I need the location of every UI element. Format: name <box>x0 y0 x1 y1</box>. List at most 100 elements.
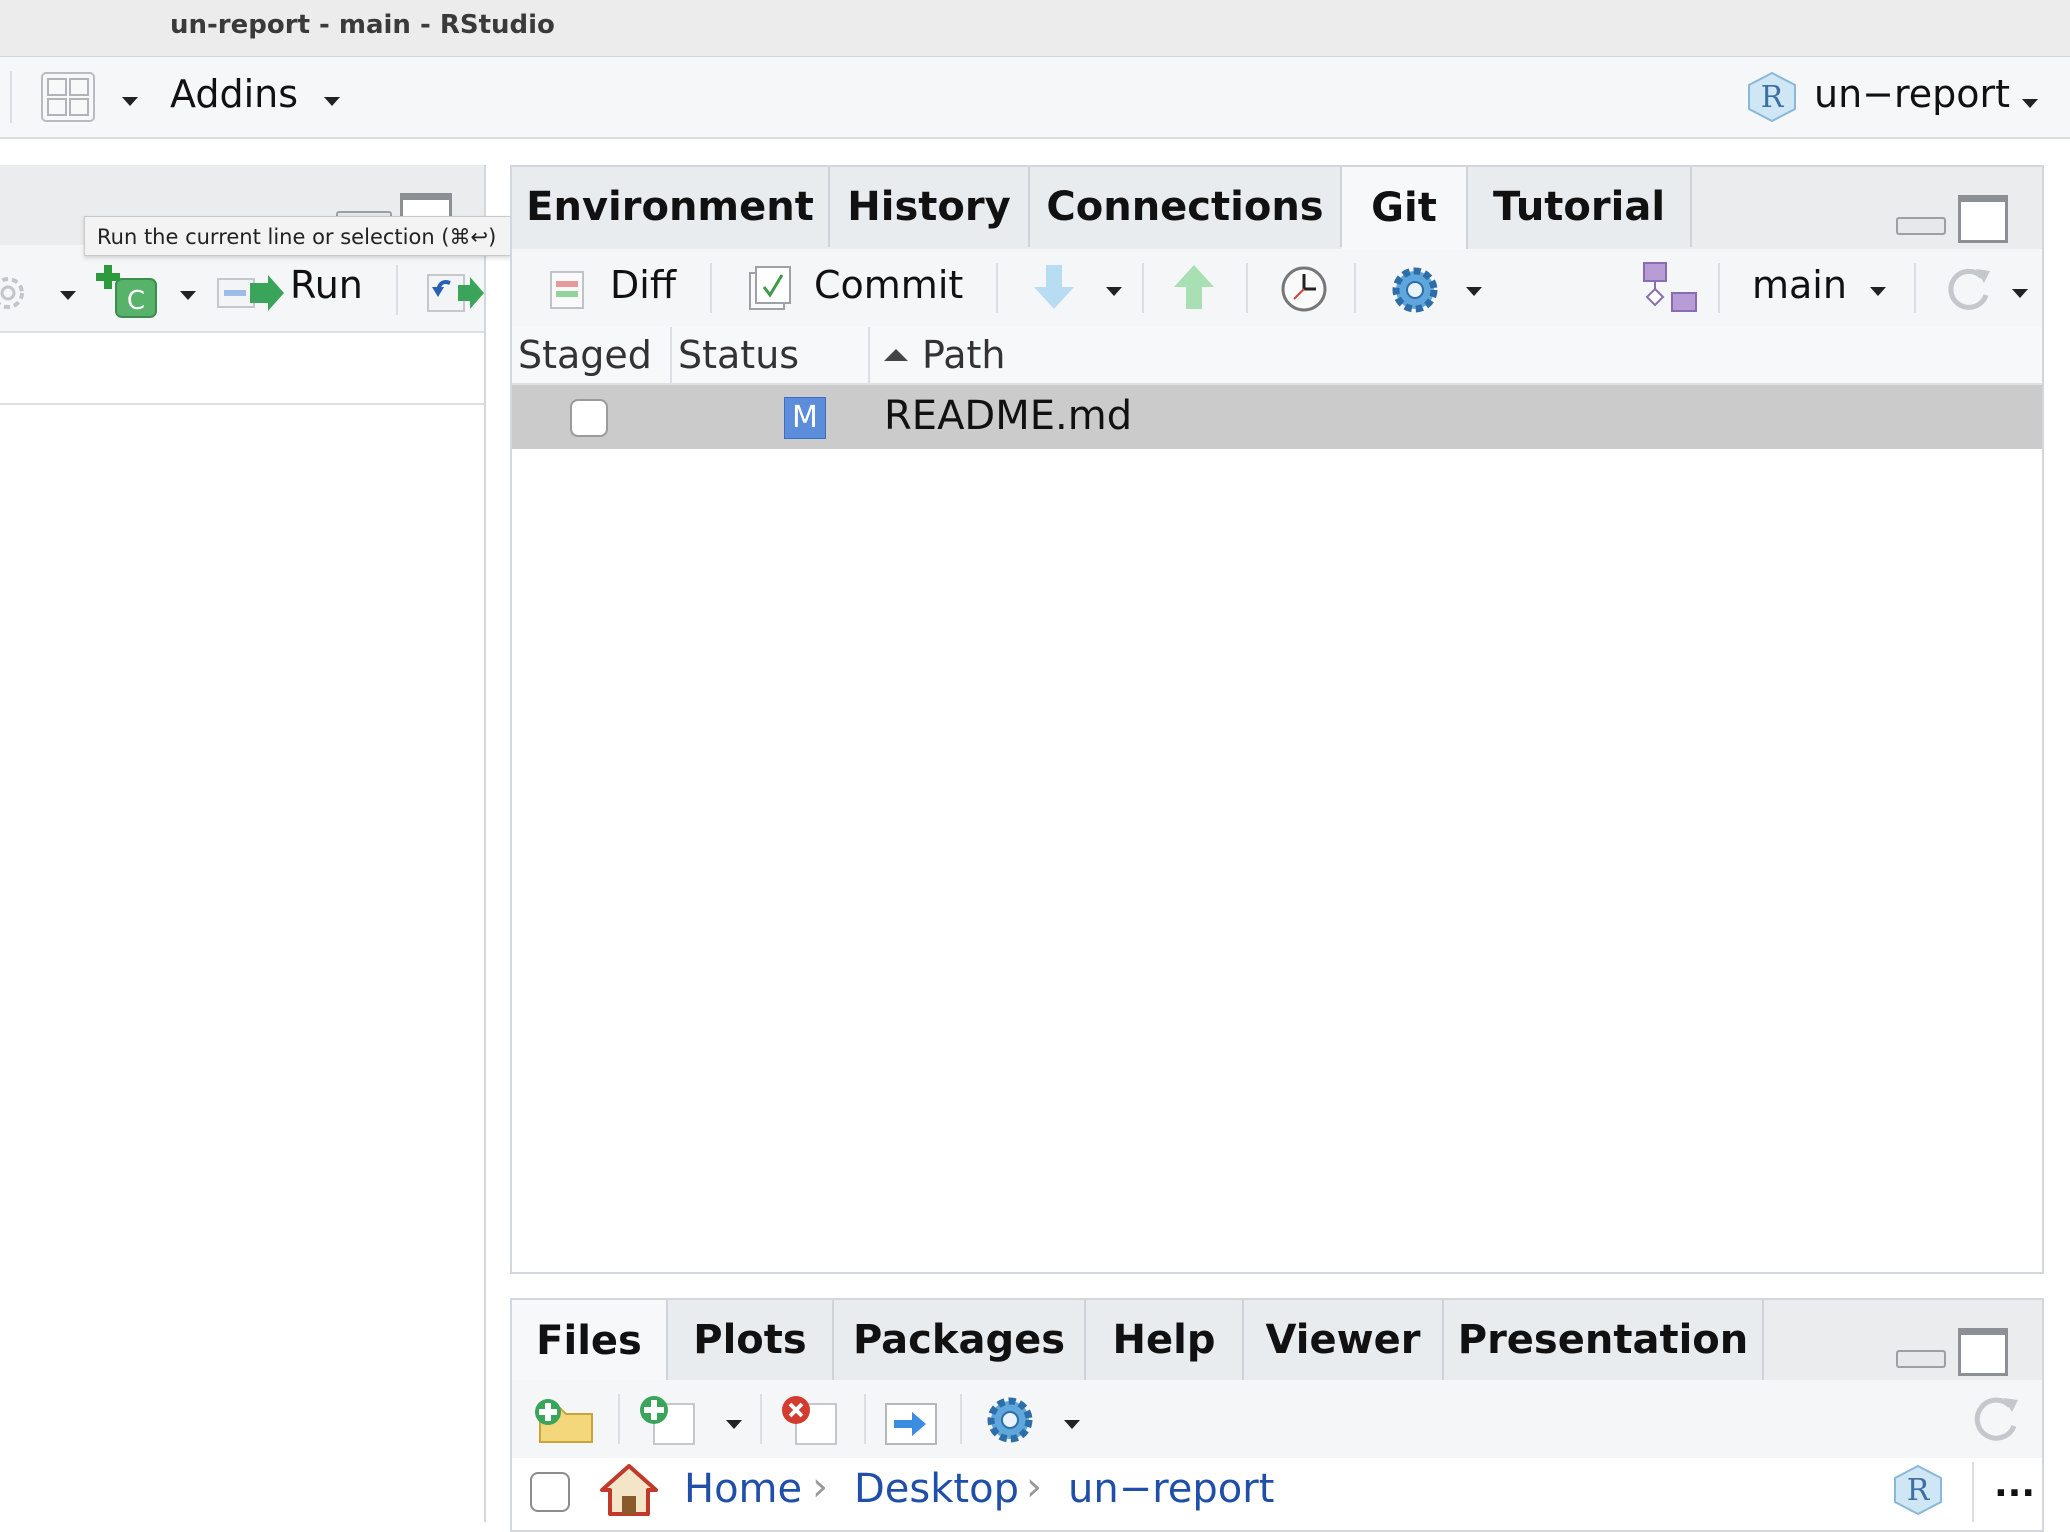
chevron-down-icon[interactable] <box>2022 99 2038 108</box>
column-separator <box>670 327 672 383</box>
minimize-pane-icon[interactable] <box>1896 217 1946 235</box>
status-badge: M <box>784 397 826 439</box>
maximize-pane-icon[interactable] <box>1958 1328 2008 1376</box>
rename-icon[interactable] <box>882 1394 942 1446</box>
commit-icon[interactable] <box>748 265 794 311</box>
toolbar-separator <box>1718 263 1720 313</box>
refresh-icon[interactable] <box>1968 1392 2024 1448</box>
chevron-down-icon[interactable] <box>1064 1420 1080 1429</box>
toolbar-separator <box>760 1394 762 1444</box>
tab-environment[interactable]: Environment <box>512 167 830 247</box>
push-icon[interactable] <box>1172 265 1216 311</box>
title-bar: un-report - main - RStudio <box>0 0 2070 57</box>
diff-button[interactable]: Diff <box>610 263 676 307</box>
column-path[interactable]: Path <box>922 333 1005 377</box>
chevron-down-icon[interactable] <box>1870 287 1886 296</box>
toolbar-separator <box>864 1394 866 1444</box>
sort-ascending-icon <box>884 349 908 361</box>
chevron-down-icon[interactable] <box>726 1420 742 1429</box>
toolbar-separator <box>1972 1462 1974 1522</box>
staged-checkbox[interactable] <box>570 399 608 437</box>
tab-history[interactable]: History <box>830 167 1030 247</box>
toolbar-separator <box>1246 263 1248 313</box>
diff-icon[interactable] <box>550 271 584 309</box>
commit-button[interactable]: Commit <box>814 263 963 307</box>
new-folder-icon[interactable] <box>532 1396 596 1444</box>
chevron-down-icon[interactable] <box>180 291 196 300</box>
breadcrumb-desktop[interactable]: Desktop <box>854 1466 1019 1512</box>
chevron-down-icon[interactable] <box>122 97 138 106</box>
tab-connections[interactable]: Connections <box>1030 167 1342 247</box>
svg-text:C: C <box>127 286 145 316</box>
source-pane: C Run <box>0 165 486 1522</box>
file-path[interactable]: README.md <box>884 393 1132 439</box>
run-icon[interactable] <box>216 275 284 311</box>
addins-menu[interactable]: Addins <box>170 72 298 116</box>
toolbar-separator <box>996 263 998 313</box>
gear-icon[interactable] <box>1388 263 1442 317</box>
toolbar-separator <box>396 265 398 315</box>
chevron-down-icon[interactable] <box>1106 287 1122 296</box>
history-clock-icon[interactable] <box>1280 265 1328 313</box>
svg-text:R: R <box>1907 1473 1931 1508</box>
chevron-down-icon[interactable] <box>1466 287 1482 296</box>
gear-icon[interactable] <box>0 271 30 315</box>
toolbar-separator <box>960 1394 962 1444</box>
tab-packages[interactable]: Packages <box>834 1300 1086 1380</box>
branch-selector[interactable]: main <box>1752 263 1847 307</box>
gear-icon[interactable] <box>982 1392 1038 1448</box>
breadcrumb-home[interactable]: Home <box>684 1466 802 1512</box>
svg-text:R: R <box>1761 80 1785 115</box>
toolbar-separator <box>618 1394 620 1444</box>
chevron-down-icon[interactable] <box>324 97 340 106</box>
home-icon[interactable] <box>600 1464 658 1516</box>
re-run-icon[interactable] <box>426 271 484 315</box>
tab-git[interactable]: Git <box>1342 167 1468 249</box>
chevron-right-icon: › <box>1026 1464 1042 1510</box>
delete-icon[interactable] <box>780 1394 844 1446</box>
chevron-down-icon[interactable] <box>2012 289 2028 298</box>
refresh-icon[interactable] <box>1942 263 1996 317</box>
column-status[interactable]: Status <box>678 333 799 377</box>
new-file-icon[interactable] <box>638 1394 702 1446</box>
toolbar-separator <box>1142 263 1144 313</box>
git-pane: Environment History Connections Git Tuto… <box>510 165 2044 1274</box>
pull-icon[interactable] <box>1032 265 1076 311</box>
tab-plots[interactable]: Plots <box>668 1300 834 1380</box>
maximize-pane-icon[interactable] <box>1958 195 2008 243</box>
column-staged[interactable]: Staged <box>518 333 652 377</box>
run-tooltip: Run the current line or selection (⌘↩) <box>84 216 512 256</box>
toolbar-separator <box>1354 263 1356 313</box>
tab-tutorial[interactable]: Tutorial <box>1468 167 1692 247</box>
branch-icon[interactable] <box>1642 261 1698 315</box>
run-button[interactable]: Run <box>290 263 363 307</box>
tab-viewer[interactable]: Viewer <box>1244 1300 1444 1380</box>
breadcrumb: Home › Desktop › un−report R ... <box>512 1458 2042 1530</box>
column-separator <box>868 327 870 383</box>
toolbar-separator <box>710 263 712 313</box>
files-pane: Files Plots Packages Help Viewer Present… <box>510 1298 2044 1532</box>
minimize-pane-icon[interactable] <box>1896 1350 1946 1368</box>
files-tabstrip: Files Plots Packages Help Viewer Present… <box>512 1300 2042 1382</box>
main-toolbar: Addins R un−report <box>0 57 2070 139</box>
breadcrumb-project[interactable]: un−report <box>1068 1466 1274 1512</box>
window-title: un-report - main - RStudio <box>170 10 555 40</box>
files-toolbar <box>512 1380 2042 1460</box>
tab-help[interactable]: Help <box>1086 1300 1244 1380</box>
project-menu[interactable]: un−report <box>1814 72 2010 116</box>
tab-files[interactable]: Files <box>512 1300 668 1382</box>
table-row[interactable]: M README.md <box>512 385 2042 449</box>
source-toolbar: C Run <box>0 245 484 333</box>
tab-presentation[interactable]: Presentation <box>1444 1300 1764 1380</box>
chevron-right-icon: › <box>812 1464 828 1510</box>
git-toolbar: Diff Commit main <box>512 249 2042 329</box>
insert-chunk-icon[interactable]: C <box>94 263 160 321</box>
pane-layout-icon[interactable] <box>40 71 96 123</box>
toolbar-separator <box>10 71 12 123</box>
select-all-checkbox[interactable] <box>530 1472 570 1512</box>
r-project-icon[interactable]: R <box>1892 1464 1944 1516</box>
git-tabstrip: Environment History Connections Git Tuto… <box>512 167 2042 249</box>
more-options-button[interactable]: ... <box>1994 1464 2035 1505</box>
source-divider <box>0 403 484 405</box>
chevron-down-icon[interactable] <box>60 291 76 300</box>
